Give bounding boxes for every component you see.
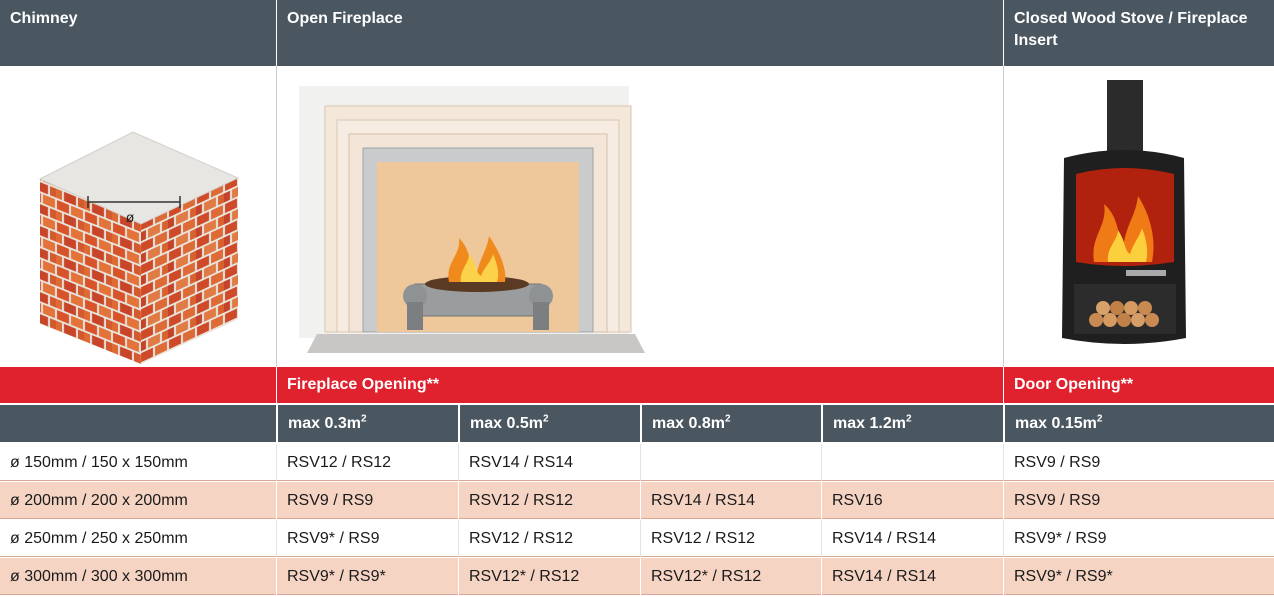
closed-stove-image-cell: [1004, 66, 1274, 367]
column-divider: [1003, 66, 1004, 367]
header-chimney: Chimney: [0, 0, 276, 66]
exponent: 2: [724, 413, 731, 425]
cell-divider: [458, 482, 459, 519]
header-divider: [276, 0, 277, 66]
cell-divider: [640, 558, 641, 595]
table-row: ø 300mm / 300 x 300mm RSV9* / RS9* RSV12…: [0, 558, 1274, 595]
cell-divider: [1003, 444, 1004, 481]
size-col-3: max 0.8m2: [642, 405, 821, 442]
door-opening-label: Door Opening**: [1014, 376, 1134, 393]
size-col-5-label: max 0.15m: [1015, 415, 1097, 432]
table-cell: RSV9 / RS9: [1014, 492, 1101, 509]
header-chimney-label: Chimney: [10, 10, 78, 27]
cell-divider: [640, 444, 641, 481]
cell-divider: [458, 520, 459, 557]
cell-divider: [276, 482, 277, 519]
size-col-4: max 1.2m2: [823, 405, 1003, 442]
table-cell: RSV12* / RS12: [469, 568, 580, 585]
table-cell: RSV14 / RS14: [651, 492, 756, 509]
red-row-divider: [276, 367, 277, 403]
table-cell: RSV12 / RS12: [469, 530, 574, 547]
table-cell: RSV14 / RS14: [469, 454, 574, 471]
cell-divider: [821, 520, 822, 557]
exponent: 2: [360, 413, 367, 425]
chimney-size-cell: ø 150mm / 150 x 150mm: [10, 454, 188, 471]
cell-divider: [276, 444, 277, 481]
column-divider: [276, 66, 277, 367]
table-cell: RSV9* / RS9*: [287, 568, 386, 585]
table-cell: RSV9* / RS9: [1014, 530, 1107, 547]
table-cell: RSV12 / RS12: [469, 492, 574, 509]
diameter-symbol: ø: [126, 209, 135, 225]
table-row: ø 200mm / 200 x 200mm RSV9 / RS9 RSV12 /…: [0, 482, 1274, 519]
table-cell: RSV14 / RS14: [832, 568, 937, 585]
header-divider: [1003, 0, 1004, 66]
exponent: 2: [1096, 413, 1103, 425]
open-fireplace-image-cell: [277, 66, 1003, 367]
table-row: ø 150mm / 150 x 150mm RSV12 / RS12 RSV14…: [0, 444, 1274, 481]
chimney-image-cell: ø: [0, 66, 276, 367]
fireplace-opening-heading: Fireplace Opening**: [277, 367, 1003, 403]
chimney-size-cell: ø 250mm / 250 x 250mm: [10, 530, 188, 547]
cell-divider: [1003, 520, 1004, 557]
size-col-2-label: max 0.5m: [470, 415, 543, 432]
header-open-fireplace: Open Fireplace: [277, 0, 1003, 66]
size-col-1-label: max 0.3m: [288, 415, 361, 432]
table-cell: RSV14 / RS14: [832, 530, 937, 547]
cell-divider: [1003, 558, 1004, 595]
open-fireplace-illustration: [299, 86, 645, 353]
header-closed-stove: Closed Wood Stove / Fireplace Insert: [1004, 0, 1274, 66]
table-cell: RSV9 / RS9: [287, 492, 374, 509]
cell-divider: [821, 444, 822, 481]
cell-divider: [821, 558, 822, 595]
cell-divider: [821, 482, 822, 519]
header-closed-stove-label: Closed Wood Stove / Fireplace Insert: [1014, 10, 1248, 49]
wood-stove-illustration: [1062, 80, 1186, 344]
size-col-1: max 0.3m2: [278, 405, 458, 442]
table-cell: [641, 444, 822, 480]
cell-divider: [640, 520, 641, 557]
header-open-fireplace-label: Open Fireplace: [287, 10, 403, 27]
table-cell: RSV9* / RS9*: [1014, 568, 1113, 585]
cell-divider: [276, 558, 277, 595]
cell-divider: [1003, 482, 1004, 519]
size-col-2: max 0.5m2: [460, 405, 640, 442]
chimney-size-cell: ø 300mm / 300 x 300mm: [10, 568, 188, 585]
fireplace-opening-label: Fireplace Opening**: [287, 376, 440, 393]
size-col-4-label: max 1.2m: [833, 415, 906, 432]
table-cell: RSV12* / RS12: [651, 568, 762, 585]
cell-divider: [458, 444, 459, 481]
door-opening-heading: Door Opening**: [1004, 367, 1274, 403]
exponent: 2: [905, 413, 912, 425]
cell-divider: [458, 558, 459, 595]
table-cell: RSV9* / RS9: [287, 530, 380, 547]
table-cell: RSV12 / RS12: [651, 530, 756, 547]
table-cell: RSV9 / RS9: [1014, 454, 1101, 471]
size-col-5: max 0.15m2: [1005, 405, 1274, 442]
table-cell: RSV16: [832, 492, 883, 509]
red-row-divider: [1003, 367, 1004, 403]
table-row: ø 250mm / 250 x 250mm RSV9* / RS9 RSV12 …: [0, 520, 1274, 557]
chimney-size-cell: ø 200mm / 200 x 200mm: [10, 492, 188, 509]
table-cell: [822, 444, 1003, 480]
cell-divider: [640, 482, 641, 519]
chimney-illustration: ø: [38, 131, 240, 364]
size-row-blank: [0, 405, 276, 442]
exponent: 2: [542, 413, 549, 425]
fireplace-ventilation-table: Chimney Open Fireplace Closed Wood Stove…: [0, 0, 1274, 597]
cell-divider: [276, 520, 277, 557]
size-col-3-label: max 0.8m: [652, 415, 725, 432]
table-cell: RSV12 / RS12: [287, 454, 392, 471]
